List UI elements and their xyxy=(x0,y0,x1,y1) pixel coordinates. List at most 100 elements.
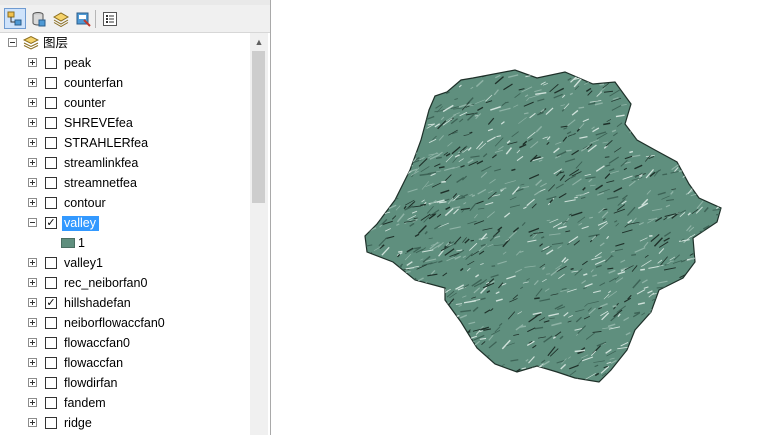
layer-visibility-checkbox[interactable] xyxy=(45,277,57,289)
layer-visibility-checkbox[interactable] xyxy=(45,57,57,69)
expand-layer-toggle[interactable] xyxy=(28,378,37,387)
layer-name-label: SHREVEfea xyxy=(64,116,133,130)
toc-toolbar xyxy=(0,5,270,33)
layer-row[interactable]: STRAHLERfea xyxy=(0,133,250,153)
layer-visibility-checkbox[interactable] xyxy=(45,317,57,329)
terrain-stroke xyxy=(401,81,409,88)
terrain-stroke xyxy=(710,179,713,182)
terrain-stroke xyxy=(707,301,712,302)
expand-layer-toggle[interactable] xyxy=(28,138,37,147)
layers-root-row[interactable]: 图层 xyxy=(0,33,250,53)
terrain-stroke xyxy=(677,288,680,289)
expand-layer-toggle[interactable] xyxy=(28,98,37,107)
layer-row[interactable]: SHREVEfea xyxy=(0,113,250,133)
terrain-stroke xyxy=(599,80,609,82)
legend-row[interactable]: 1 xyxy=(0,233,250,253)
terrain-stroke xyxy=(709,252,718,255)
layer-visibility-checkbox[interactable] xyxy=(45,117,57,129)
terrain-stroke xyxy=(687,381,690,384)
scroll-up-arrow-icon[interactable]: ▲ xyxy=(250,33,268,50)
terrain-stroke xyxy=(708,345,712,348)
layer-row[interactable]: ridge xyxy=(0,413,250,433)
terrain-stroke xyxy=(676,80,684,81)
layer-row[interactable]: counterfan xyxy=(0,73,250,93)
expand-layer-toggle[interactable] xyxy=(28,298,37,307)
expand-layer-toggle[interactable] xyxy=(28,158,37,167)
layer-visibility-checkbox[interactable]: ✓ xyxy=(45,297,57,309)
terrain-stroke xyxy=(652,80,658,86)
expand-layer-toggle[interactable] xyxy=(28,338,37,347)
layer-row[interactable]: fandem xyxy=(0,393,250,413)
terrain-stroke xyxy=(673,153,680,160)
terrain-stroke xyxy=(466,72,477,75)
layer-visibility-checkbox[interactable] xyxy=(45,77,57,89)
terrain-stroke xyxy=(636,100,644,106)
terrain-stroke xyxy=(698,181,705,190)
expand-layer-toggle[interactable] xyxy=(28,418,37,427)
layer-visibility-checkbox[interactable] xyxy=(45,197,57,209)
terrain-stroke xyxy=(653,107,658,110)
terrain-stroke xyxy=(629,152,633,153)
collapse-layer-toggle[interactable] xyxy=(28,218,37,227)
layer-visibility-checkbox[interactable] xyxy=(45,397,57,409)
layer-visibility-checkbox[interactable] xyxy=(45,357,57,369)
options-button[interactable] xyxy=(99,8,121,29)
layer-visibility-checkbox[interactable] xyxy=(45,97,57,109)
terrain-stroke xyxy=(634,361,641,362)
expand-layer-toggle[interactable] xyxy=(28,58,37,67)
layer-visibility-checkbox[interactable] xyxy=(45,377,57,389)
expand-layer-toggle[interactable] xyxy=(28,258,37,267)
layer-row[interactable]: flowaccfan xyxy=(0,353,250,373)
terrain-stroke xyxy=(401,325,410,330)
layer-visibility-checkbox[interactable] xyxy=(45,137,57,149)
expand-layer-toggle[interactable] xyxy=(28,278,37,287)
layer-row[interactable]: flowaccfan0 xyxy=(0,333,250,353)
layer-row[interactable]: ✓hillshadefan xyxy=(0,293,250,313)
scrollbar-thumb[interactable] xyxy=(252,51,265,203)
expand-layer-toggle[interactable] xyxy=(28,318,37,327)
layer-row[interactable]: valley1 xyxy=(0,253,250,273)
expand-layer-toggle[interactable] xyxy=(28,398,37,407)
expand-layer-toggle[interactable] xyxy=(28,178,37,187)
layer-row[interactable]: flowdirfan xyxy=(0,373,250,393)
terrain-stroke xyxy=(708,87,715,90)
layer-visibility-checkbox[interactable] xyxy=(45,177,57,189)
layer-row[interactable]: contour xyxy=(0,193,250,213)
list-by-source-button[interactable] xyxy=(27,8,49,29)
terrain-stroke xyxy=(662,174,667,175)
layer-visibility-checkbox[interactable] xyxy=(45,337,57,349)
list-by-drawing-order-button[interactable] xyxy=(4,8,26,29)
terrain-stroke xyxy=(363,217,367,223)
expand-layer-toggle[interactable] xyxy=(28,358,37,367)
terrain-stroke xyxy=(684,162,692,167)
layer-row[interactable]: peak xyxy=(0,53,250,73)
expand-layer-toggle[interactable] xyxy=(28,78,37,87)
map-display-area[interactable] xyxy=(275,0,769,435)
layer-row[interactable]: streamlinkfea xyxy=(0,153,250,173)
layer-visibility-checkbox[interactable]: ✓ xyxy=(45,217,57,229)
layers-root-label: 图层 xyxy=(43,36,68,50)
expand-layer-toggle[interactable] xyxy=(28,198,37,207)
list-by-visibility-button[interactable] xyxy=(50,8,72,29)
terrain-stroke xyxy=(712,112,718,118)
list-by-selection-button[interactable] xyxy=(72,8,94,29)
layer-visibility-checkbox[interactable] xyxy=(45,417,57,429)
terrain-stroke xyxy=(429,72,436,79)
terrain-stroke xyxy=(424,318,431,321)
layer-row[interactable]: streamnetfea xyxy=(0,173,250,193)
terrain-stroke xyxy=(371,319,382,324)
layer-row[interactable]: counter xyxy=(0,93,250,113)
terrain-stroke xyxy=(638,68,648,70)
terrain-stroke xyxy=(367,296,378,297)
expand-layer-toggle[interactable] xyxy=(28,118,37,127)
layer-row[interactable]: ✓valley xyxy=(0,213,250,233)
collapse-root-toggle[interactable] xyxy=(8,38,17,47)
layer-row[interactable]: neiborflowaccfan0 xyxy=(0,313,250,333)
toc-scrollbar[interactable]: ▲ xyxy=(250,33,268,435)
terrain-stroke xyxy=(675,323,677,325)
layer-visibility-checkbox[interactable] xyxy=(45,157,57,169)
terrain-stroke xyxy=(716,319,721,325)
terrain-stroke xyxy=(365,225,369,229)
layer-row[interactable]: rec_neiborfan0 xyxy=(0,273,250,293)
layer-visibility-checkbox[interactable] xyxy=(45,257,57,269)
